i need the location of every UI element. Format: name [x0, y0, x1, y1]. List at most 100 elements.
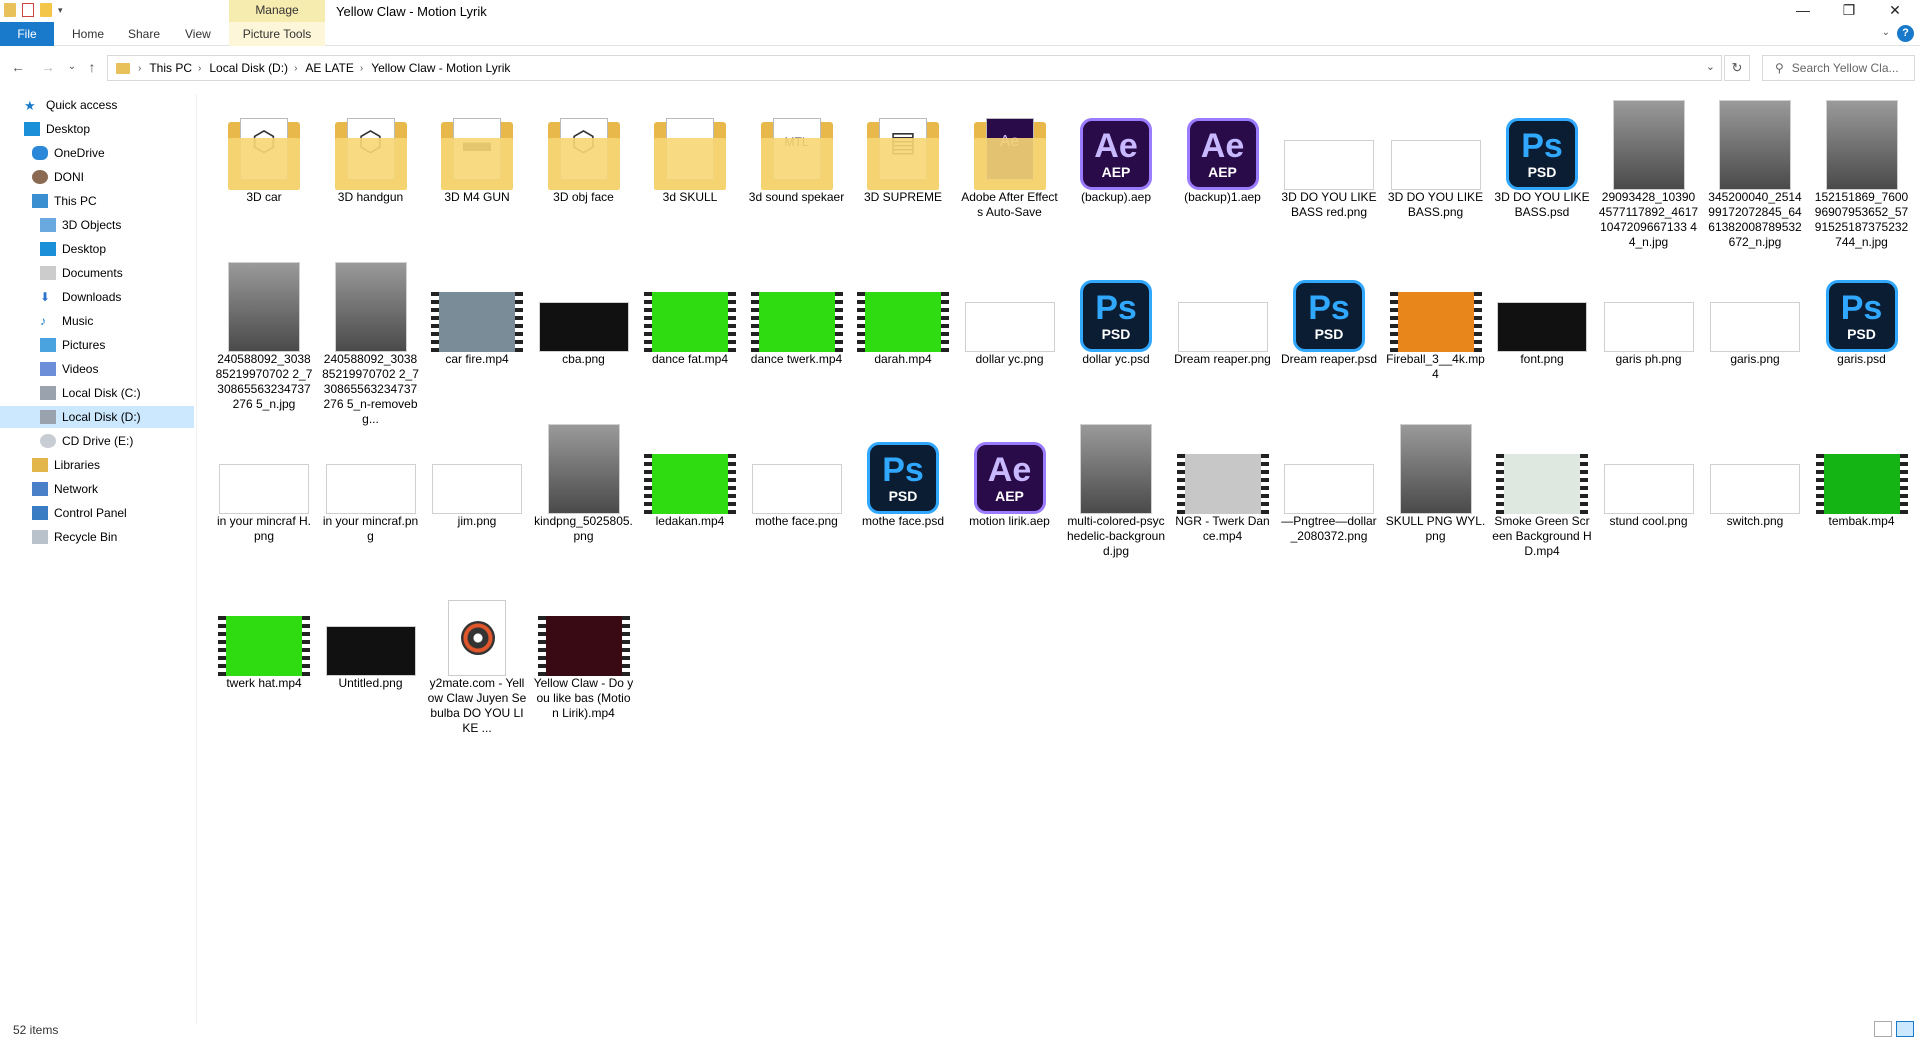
sidebar-item-cd-drive-e[interactable]: CD Drive (E:) [40, 430, 133, 452]
file-item-3d-car[interactable]: ⬡3D car [212, 94, 316, 205]
breadcrumb-current-folder[interactable]: Yellow Claw - Motion Lyrik [371, 61, 510, 75]
up-button[interactable]: ↑ [82, 57, 102, 77]
manage-tab[interactable]: Manage [229, 0, 325, 22]
file-item-152151869-760096907953652-57915251873752[interactable]: 152151869_760096907953652_57915251873752… [1810, 94, 1914, 250]
search-input[interactable]: ⚲ Search Yellow Cla... [1762, 55, 1915, 81]
sidebar-item-downloads[interactable]: ⬇ Downloads [40, 286, 121, 308]
sidebar-item-this-pc[interactable]: This PC [32, 190, 97, 212]
file-item-dollar-yc-png[interactable]: dollar yc.png [958, 256, 1062, 367]
sidebar-item-libraries[interactable]: Libraries [32, 454, 100, 476]
large-icons-view-icon[interactable] [1896, 1021, 1914, 1037]
tab-home[interactable]: Home [62, 22, 114, 46]
file-item-3d-obj-face[interactable]: ⬡3D obj face [532, 94, 636, 205]
ribbon-expand-icon[interactable]: ⌄ [1882, 27, 1890, 38]
breadcrumb-this-pc[interactable]: This PC [149, 61, 192, 75]
breadcrumb-separator-icon[interactable]: › [198, 63, 201, 74]
file-item-car-fire-mp4[interactable]: car fire.mp4 [425, 256, 529, 367]
minimize-button[interactable]: — [1780, 0, 1826, 22]
file-item-tembak-mp4[interactable]: tembak.mp4 [1810, 418, 1914, 529]
file-item-untitled-png[interactable]: Untitled.png [319, 580, 423, 691]
refresh-button[interactable]: ↻ [1724, 55, 1750, 81]
file-item-mothe-face-psd[interactable]: Ps PSD mothe face.psd [851, 418, 955, 529]
file-item-3d-handgun[interactable]: ⬡3D handgun [319, 94, 423, 205]
breadcrumb-ae-late[interactable]: AE LATE [305, 61, 353, 75]
breadcrumb-separator-icon[interactable]: › [360, 63, 363, 74]
file-item-backup-aep[interactable]: Ae AEP (backup).aep [1064, 94, 1168, 205]
breadcrumb-separator-icon[interactable]: › [138, 63, 141, 74]
tab-view[interactable]: View [175, 22, 221, 46]
file-item-dance-twerk-mp4[interactable]: dance twerk.mp4 [745, 256, 849, 367]
pane-divider[interactable] [196, 94, 197, 1024]
file-item-fireball-3-4k-mp4[interactable]: Fireball_3__4k.mp4 [1384, 256, 1488, 382]
sidebar-item-network[interactable]: Network [32, 478, 98, 500]
file-item-font-png[interactable]: font.png [1490, 256, 1594, 367]
sidebar-item-doni[interactable]: DONI [32, 166, 84, 188]
file-item-multi-colored-psychedelic-background-jpg[interactable]: multi-colored-psychedelic-background.jpg [1064, 418, 1168, 559]
file-item-3d-skull[interactable]: 3d SKULL [638, 94, 742, 205]
close-button[interactable]: ✕ [1872, 0, 1918, 22]
file-item-motion-lirik-aep[interactable]: Ae AEP motion lirik.aep [958, 418, 1062, 529]
file-item-garis-ph-png[interactable]: garis ph.png [1597, 256, 1701, 367]
file-item-mothe-face-png[interactable]: mothe face.png [745, 418, 849, 529]
file-item-3d-m4-gun[interactable]: ▬3D M4 GUN [425, 94, 529, 205]
file-item-y2mate-com-yellow-claw-juyen-sebulba-do-[interactable]: y2mate.com - Yellow Claw Juyen Sebulba D… [425, 580, 529, 736]
file-item-29093428-103904577117892-461710472096671[interactable]: 29093428_103904577117892_461710472096671… [1597, 94, 1701, 250]
sidebar-item-control-panel[interactable]: Control Panel [32, 502, 127, 524]
file-item-dream-reaper-psd[interactable]: Ps PSD Dream reaper.psd [1277, 256, 1381, 367]
file-item-backup-1-aep[interactable]: Ae AEP (backup)1.aep [1171, 94, 1275, 205]
forward-button[interactable]: → [38, 57, 58, 77]
file-item-dance-fat-mp4[interactable]: dance fat.mp4 [638, 256, 742, 367]
file-item-skull-png-wyl-png[interactable]: SKULL PNG WYL.png [1384, 418, 1488, 544]
breadcrumb-local-disk-d[interactable]: Local Disk (D:) [209, 61, 288, 75]
help-icon[interactable]: ? [1897, 25, 1914, 42]
sidebar-item-videos[interactable]: Videos [40, 358, 98, 380]
file-item-adobe-after-effects-auto-save[interactable]: AeAdobe After Effects Auto-Save [958, 94, 1062, 220]
file-item-kindpng-5025805-png[interactable]: kindpng_5025805.png [532, 418, 636, 544]
sidebar-item-documents[interactable]: Documents [40, 262, 123, 284]
file-item-240588092-303885219970702-2-730865563234[interactable]: 240588092_303885219970702 2_730865563234… [212, 256, 316, 412]
file-item-345200040-251499172072845-64613820087895[interactable]: 345200040_251499172072845_64613820087895… [1703, 94, 1807, 250]
tab-picture-tools[interactable]: Picture Tools [229, 22, 325, 46]
file-item-in-your-mincraf-h-png[interactable]: in your mincraf H.png [212, 418, 316, 544]
tab-share[interactable]: Share [118, 22, 170, 46]
file-item-ledakan-mp4[interactable]: ledakan.mp4 [638, 418, 742, 529]
sidebar-item-onedrive[interactable]: OneDrive [32, 142, 105, 164]
details-view-icon[interactable] [1874, 1021, 1892, 1037]
file-item-ngr-twerk-dance-mp4[interactable]: NGR - Twerk Dance.mp4 [1171, 418, 1275, 544]
address-dropdown-icon[interactable]: ⌄ [1706, 60, 1715, 73]
address-bar[interactable]: › This PC › Local Disk (D:) › AE LATE › … [107, 55, 1722, 81]
file-item-in-your-mincraf-png[interactable]: in your mincraf.png [319, 418, 423, 544]
file-item-3d-do-you-like-bass-png[interactable]: 3D DO YOU LIKE BASS.png [1384, 94, 1488, 220]
file-item-jim-png[interactable]: jim.png [425, 418, 529, 529]
file-item-3d-do-you-like-bass-red-png[interactable]: 3D DO YOU LIKE BASS red.png [1277, 94, 1381, 220]
file-item-3d-supreme[interactable]: ▤3D SUPREME [851, 94, 955, 205]
file-item-garis-psd[interactable]: Ps PSD garis.psd [1810, 256, 1914, 367]
sidebar-item-3d-objects[interactable]: 3D Objects [40, 214, 121, 236]
sidebar-item-music[interactable]: ♪ Music [40, 310, 93, 332]
file-item-switch-png[interactable]: switch.png [1703, 418, 1807, 529]
file-item-yellow-claw-do-you-like-bas-motion-lirik[interactable]: Yellow Claw - Do you like bas (Motion Li… [532, 580, 636, 721]
file-item-stund-cool-png[interactable]: stund cool.png [1597, 418, 1701, 529]
sidebar-item-desktop[interactable]: Desktop [40, 238, 106, 260]
file-item-pngtree-dollar-2080372-png[interactable]: —Pngtree—dollar_2080372.png [1277, 418, 1381, 544]
file-item-cba-png[interactable]: cba.png [532, 256, 636, 367]
file-item-darah-mp4[interactable]: darah.mp4 [851, 256, 955, 367]
file-item-dream-reaper-png[interactable]: Dream reaper.png [1171, 256, 1275, 367]
properties-icon[interactable] [22, 3, 34, 17]
file-item-3d-do-you-like-bass-psd[interactable]: Ps PSD 3D DO YOU LIKE BASS.psd [1490, 94, 1594, 220]
file-item-garis-png[interactable]: garis.png [1703, 256, 1807, 367]
sidebar-item-pictures[interactable]: Pictures [40, 334, 105, 356]
sidebar-item-desktop[interactable]: Desktop [24, 118, 90, 140]
sidebar-item-local-disk-d[interactable]: Local Disk (D:) [0, 406, 194, 428]
file-item-smoke-green-screen-background-hd-mp4[interactable]: Smoke Green Screen Background HD.mp4 [1490, 418, 1594, 559]
breadcrumb-separator-icon[interactable]: › [294, 63, 297, 74]
chevron-down-icon[interactable]: ▾ [58, 3, 66, 17]
recent-locations-button[interactable]: ⌄ [62, 57, 82, 77]
back-button[interactable]: ← [8, 57, 28, 77]
maximize-button[interactable]: ❐ [1826, 0, 1872, 22]
file-item-3d-sound-spekaer[interactable]: MTL3d sound spekaer [745, 94, 849, 205]
file-item-dollar-yc-psd[interactable]: Ps PSD dollar yc.psd [1064, 256, 1168, 367]
sidebar-item-quick-access[interactable]: ★ Quick access [24, 94, 117, 116]
sidebar-item-recycle-bin[interactable]: Recycle Bin [32, 526, 117, 548]
file-item-240588092-303885219970702-2-730865563234[interactable]: 240588092_303885219970702 2_730865563234… [319, 256, 423, 427]
